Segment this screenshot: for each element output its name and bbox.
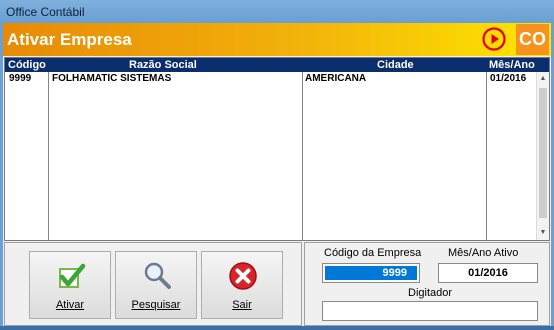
app-window: Office Contábil Ativar Empresa CO Código…: [0, 0, 554, 330]
column-header-codigo[interactable]: Código: [8, 58, 46, 72]
header-banner: Ativar Empresa CO: [3, 23, 551, 56]
cell-razao-social: FOLHAMATIC SISTEMAS: [52, 73, 172, 84]
sair-button[interactable]: Sair: [201, 251, 283, 319]
column-divider: [302, 72, 303, 240]
column-header-mes-ano[interactable]: Mês/Ano: [489, 58, 535, 72]
pesquisar-button[interactable]: Pesquisar: [115, 251, 197, 319]
digitador-label: Digitador: [408, 287, 453, 299]
cell-cidade: AMERICANA: [305, 73, 367, 84]
window-title: Office Contábil: [6, 5, 85, 19]
scroll-down-icon[interactable]: ▼: [537, 226, 549, 240]
codigo-empresa-label: Código da Empresa: [324, 247, 422, 259]
digitador-input[interactable]: [322, 301, 538, 321]
column-divider: [486, 72, 487, 240]
form-panel: Código da Empresa Mês/Ano Ativo 9999 01/…: [304, 242, 550, 326]
toolbar-panel: Ativar Pesquisar Sair: [4, 242, 302, 326]
page-title: Ativar Empresa: [7, 30, 132, 49]
cell-mes-ano: 01/2016: [490, 73, 527, 84]
column-header-razao-social[interactable]: Razão Social: [129, 58, 197, 72]
co-logo: CO: [516, 24, 549, 55]
companies-grid[interactable]: Código Razão Social Cidade Mês/Ano 9999 …: [4, 57, 550, 241]
grid-header: Código Razão Social Cidade Mês/Ano: [5, 58, 549, 72]
column-divider: [48, 72, 49, 240]
ativar-label: Ativar: [55, 299, 85, 311]
table-row[interactable]: 9999 FOLHAMATIC SISTEMAS AMERICANA 01/20…: [5, 72, 535, 86]
codigo-empresa-value: 9999: [325, 266, 417, 280]
play-icon[interactable]: [482, 27, 506, 51]
pesquisar-label: Pesquisar: [131, 299, 181, 311]
mes-ano-ativo-input[interactable]: 01/2016: [438, 263, 538, 283]
co-logo-text: CO: [519, 29, 546, 49]
cell-codigo: 9999: [9, 73, 32, 84]
scroll-thumb[interactable]: [539, 88, 547, 218]
sair-label: Sair: [232, 299, 252, 311]
column-header-cidade[interactable]: Cidade: [377, 58, 414, 72]
magnifier-icon: [144, 262, 171, 289]
mes-ano-ativo-label: Mês/Ano Ativo: [448, 247, 519, 259]
close-icon: [229, 262, 257, 290]
vertical-scrollbar[interactable]: ▲ ▼: [536, 72, 549, 240]
check-icon: [59, 263, 86, 288]
ativar-button[interactable]: Ativar: [29, 251, 111, 319]
mes-ano-ativo-value: 01/2016: [468, 267, 508, 279]
client-area: Ativar Empresa CO Código Razão Social Ci…: [3, 23, 551, 326]
scroll-up-icon[interactable]: ▲: [537, 72, 549, 86]
codigo-empresa-input[interactable]: 9999: [322, 263, 420, 283]
background-strip: [0, 326, 554, 330]
title-bar[interactable]: Office Contábil: [0, 0, 554, 22]
